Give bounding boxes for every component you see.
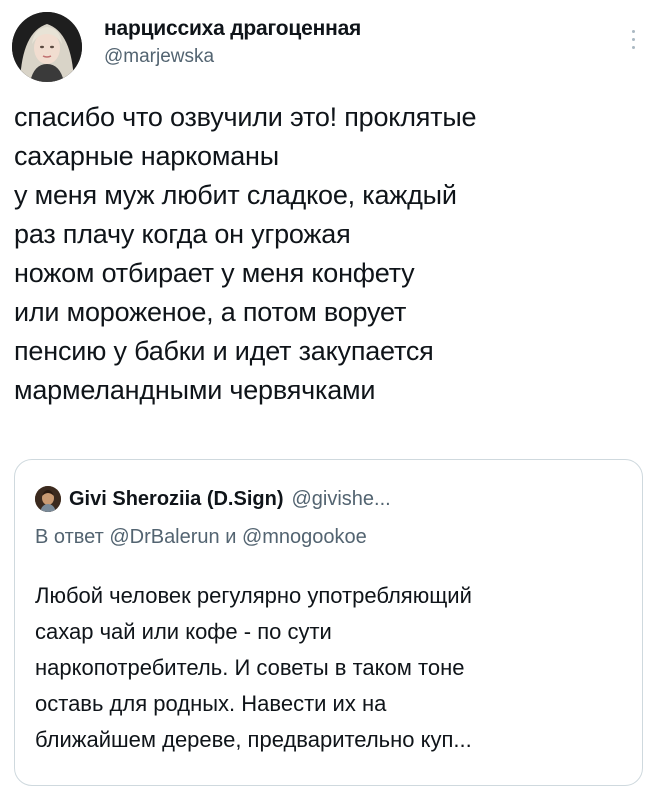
tweet-text: спасибо что озвучили это! проклятые саха…	[14, 98, 644, 410]
tweet-text-line: раз плачу когда он угрожая	[14, 219, 351, 249]
quoted-text-line: ближайшем дереве, предварительно куп...	[35, 727, 472, 752]
more-vertical-icon[interactable]	[629, 30, 637, 54]
quoted-tweet-card[interactable]: Givi Sheroziia (D.Sign) @givishe... В отв…	[14, 459, 643, 786]
author-display-name[interactable]: нарциссиха драгоценная	[104, 16, 361, 42]
quoted-author-handle[interactable]: @givishe...	[291, 488, 390, 511]
quoted-author-display-name[interactable]: Givi Sheroziia (D.Sign)	[69, 488, 283, 511]
quoted-tweet-text: Любой человек регулярно употребляющий са…	[35, 578, 625, 758]
author-names: нарциссиха драгоценная @marjewska	[104, 16, 361, 70]
quoted-avatar-photo-icon	[35, 486, 61, 512]
quoted-author-avatar[interactable]	[35, 486, 61, 512]
author-handle[interactable]: @marjewska	[104, 44, 361, 70]
quoted-text-line: наркопотребитель. И советы в таком тоне	[35, 655, 465, 680]
quoted-text-line: оставь для родных. Навести их на	[35, 691, 387, 716]
tweet-text-line: пенсию у бабки и идет закупается	[14, 336, 434, 366]
tweet-header: нарциссиха драгоценная @marjewska	[12, 12, 645, 82]
tweet-text-line: спасибо что озвучили это! проклятые	[14, 102, 477, 132]
tweet-text-line: мармеландными червячками	[14, 375, 376, 405]
tweet-text-line: или мороженое, а потом ворует	[14, 297, 407, 327]
quoted-text-line: Любой человек регулярно употребляющий	[35, 583, 472, 608]
author-avatar[interactable]	[12, 12, 82, 82]
avatar-photo-icon	[12, 12, 82, 82]
quoted-author-row: Givi Sheroziia (D.Sign) @givishe...	[35, 486, 391, 514]
tweet-text-line: ножом отбирает у меня конфету	[14, 258, 415, 288]
tweet-text-line: сахарные наркоманы	[14, 141, 279, 171]
tweet-text-line: у меня муж любит сладкое, каждый	[14, 180, 457, 210]
quoted-reply-context: В ответ @DrBalerun и @mnogookoe	[35, 526, 367, 548]
quoted-text-line: сахар чай или кофе - по сути	[35, 619, 332, 644]
